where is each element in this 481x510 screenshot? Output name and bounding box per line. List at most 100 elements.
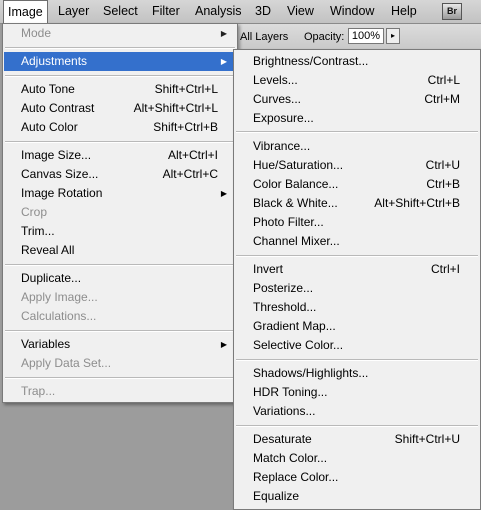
options-bar: All Layers Opacity: 100% ▸ xyxy=(236,24,481,50)
menu-item-crop[interactable]: Crop xyxy=(4,203,236,222)
menu-item-color-balance[interactable]: Color Balance... Ctrl+B xyxy=(235,175,479,194)
menu-item-trap[interactable]: Trap... xyxy=(4,382,236,401)
opacity-input[interactable]: 100% xyxy=(348,28,384,44)
menu-item-adjustments[interactable]: Adjustments ▶ xyxy=(4,52,236,71)
desaturate-shortcut: Shift+Ctrl+U xyxy=(394,432,460,446)
separator xyxy=(236,255,478,257)
menu-item-curves[interactable]: Curves... Ctrl+M xyxy=(235,90,479,109)
menu-item-variations[interactable]: Variations... xyxy=(235,402,479,421)
invert-label: Invert xyxy=(253,262,284,276)
menu-item-calculations[interactable]: Calculations... xyxy=(4,307,236,326)
menu-3d[interactable]: 3D xyxy=(251,0,275,23)
replace-color-label: Replace Color... xyxy=(253,470,339,484)
submenu-arrow-icon: ▶ xyxy=(220,340,227,349)
menu-item-channel-mixer[interactable]: Channel Mixer... xyxy=(235,232,479,251)
menu-item-reveal-all[interactable]: Reveal All xyxy=(4,241,236,260)
crop-label: Crop xyxy=(21,205,48,219)
separator xyxy=(5,264,235,266)
menu-item-variables[interactable]: Variables ▶ xyxy=(4,335,236,354)
menu-item-equalize[interactable]: Equalize xyxy=(235,487,479,506)
duplicate-label: Duplicate... xyxy=(21,271,82,285)
menu-analysis[interactable]: Analysis xyxy=(191,0,246,23)
hue-saturation-shortcut: Ctrl+U xyxy=(425,158,460,172)
calculations-label: Calculations... xyxy=(21,309,97,323)
auto-contrast-label: Auto Contrast xyxy=(21,101,95,115)
menu-item-apply-data-set[interactable]: Apply Data Set... xyxy=(4,354,236,373)
brightness-contrast-label: Brightness/Contrast... xyxy=(253,54,369,68)
opacity-label: Opacity: xyxy=(304,31,345,43)
levels-label: Levels... xyxy=(253,73,298,87)
menu-item-vibrance[interactable]: Vibrance... xyxy=(235,137,479,156)
menu-item-auto-color[interactable]: Auto Color Shift+Ctrl+B xyxy=(4,118,236,137)
menu-filter[interactable]: Filter xyxy=(148,0,184,23)
submenu-arrow-icon: ▶ xyxy=(220,189,227,198)
menu-item-black-white[interactable]: Black & White... Alt+Shift+Ctrl+B xyxy=(235,194,479,213)
canvas-size-label: Canvas Size... xyxy=(21,167,99,181)
menu-item-threshold[interactable]: Threshold... xyxy=(235,298,479,317)
menu-item-selective-color[interactable]: Selective Color... xyxy=(235,336,479,355)
mode-label: Mode xyxy=(21,26,52,40)
menu-image[interactable]: Image xyxy=(3,0,48,24)
separator xyxy=(236,131,478,133)
menu-item-photo-filter[interactable]: Photo Filter... xyxy=(235,213,479,232)
levels-shortcut: Ctrl+L xyxy=(427,73,460,87)
separator xyxy=(5,377,235,379)
menu-item-invert[interactable]: Invert Ctrl+I xyxy=(235,260,479,279)
invert-shortcut: Ctrl+I xyxy=(430,262,460,276)
channel-mixer-label: Channel Mixer... xyxy=(253,234,340,248)
submenu-arrow-icon: ▶ xyxy=(220,29,227,38)
menu-layer[interactable]: Layer xyxy=(54,0,93,23)
adjustments-submenu: Brightness/Contrast... Levels... Ctrl+L … xyxy=(233,49,481,510)
separator xyxy=(5,47,235,49)
canvas-size-shortcut: Alt+Ctrl+C xyxy=(162,167,218,181)
menu-item-hdr-toning[interactable]: HDR Toning... xyxy=(235,383,479,402)
hdr-toning-label: HDR Toning... xyxy=(253,385,328,399)
image-menu: Mode ▶ Adjustments ▶ Auto Tone Shift+Ctr… xyxy=(2,23,238,403)
menu-item-desaturate[interactable]: Desaturate Shift+Ctrl+U xyxy=(235,430,479,449)
bridge-icon[interactable]: Br xyxy=(442,3,462,20)
menu-item-posterize[interactable]: Posterize... xyxy=(235,279,479,298)
threshold-label: Threshold... xyxy=(253,300,317,314)
menu-item-auto-contrast[interactable]: Auto Contrast Alt+Shift+Ctrl+L xyxy=(4,99,236,118)
menu-item-brightness-contrast[interactable]: Brightness/Contrast... xyxy=(235,52,479,71)
menu-item-levels[interactable]: Levels... Ctrl+L xyxy=(235,71,479,90)
color-balance-label: Color Balance... xyxy=(253,177,339,191)
black-white-label: Black & White... xyxy=(253,196,338,210)
menu-bar: Image Layer Select Filter Analysis 3D Vi… xyxy=(0,0,481,24)
menu-item-match-color[interactable]: Match Color... xyxy=(235,449,479,468)
vibrance-label: Vibrance... xyxy=(253,139,311,153)
selective-color-label: Selective Color... xyxy=(253,338,344,352)
menu-item-mode[interactable]: Mode ▶ xyxy=(4,24,236,43)
menu-item-canvas-size[interactable]: Canvas Size... Alt+Ctrl+C xyxy=(4,165,236,184)
separator xyxy=(5,330,235,332)
black-white-shortcut: Alt+Shift+Ctrl+B xyxy=(374,196,460,210)
curves-label: Curves... xyxy=(253,92,302,106)
menu-item-trim[interactable]: Trim... xyxy=(4,222,236,241)
menu-item-gradient-map[interactable]: Gradient Map... xyxy=(235,317,479,336)
menu-item-image-rotation[interactable]: Image Rotation ▶ xyxy=(4,184,236,203)
image-size-shortcut: Alt+Ctrl+I xyxy=(167,148,218,162)
match-color-label: Match Color... xyxy=(253,451,328,465)
menu-item-hue-saturation[interactable]: Hue/Saturation... Ctrl+U xyxy=(235,156,479,175)
menu-item-exposure[interactable]: Exposure... xyxy=(235,109,479,128)
menu-item-replace-color[interactable]: Replace Color... xyxy=(235,468,479,487)
variations-label: Variations... xyxy=(253,404,316,418)
auto-tone-shortcut: Shift+Ctrl+L xyxy=(154,82,218,96)
menu-item-image-size[interactable]: Image Size... Alt+Ctrl+I xyxy=(4,146,236,165)
auto-contrast-shortcut: Alt+Shift+Ctrl+L xyxy=(133,101,218,115)
submenu-arrow-icon: ▶ xyxy=(220,57,227,66)
menu-select[interactable]: Select xyxy=(99,0,142,23)
trim-label: Trim... xyxy=(21,224,55,238)
menu-window[interactable]: Window xyxy=(326,0,378,23)
menu-item-auto-tone[interactable]: Auto Tone Shift+Ctrl+L xyxy=(4,80,236,99)
menu-view[interactable]: View xyxy=(283,0,318,23)
all-layers-label: All Layers xyxy=(240,31,289,43)
menu-item-shadows-highlights[interactable]: Shadows/Highlights... xyxy=(235,364,479,383)
exposure-label: Exposure... xyxy=(253,111,314,125)
photo-filter-label: Photo Filter... xyxy=(253,215,324,229)
equalize-label: Equalize xyxy=(253,489,300,503)
menu-help[interactable]: Help xyxy=(387,0,421,23)
menu-item-apply-image[interactable]: Apply Image... xyxy=(4,288,236,307)
opacity-dropdown-icon[interactable]: ▸ xyxy=(386,28,400,44)
menu-item-duplicate[interactable]: Duplicate... xyxy=(4,269,236,288)
